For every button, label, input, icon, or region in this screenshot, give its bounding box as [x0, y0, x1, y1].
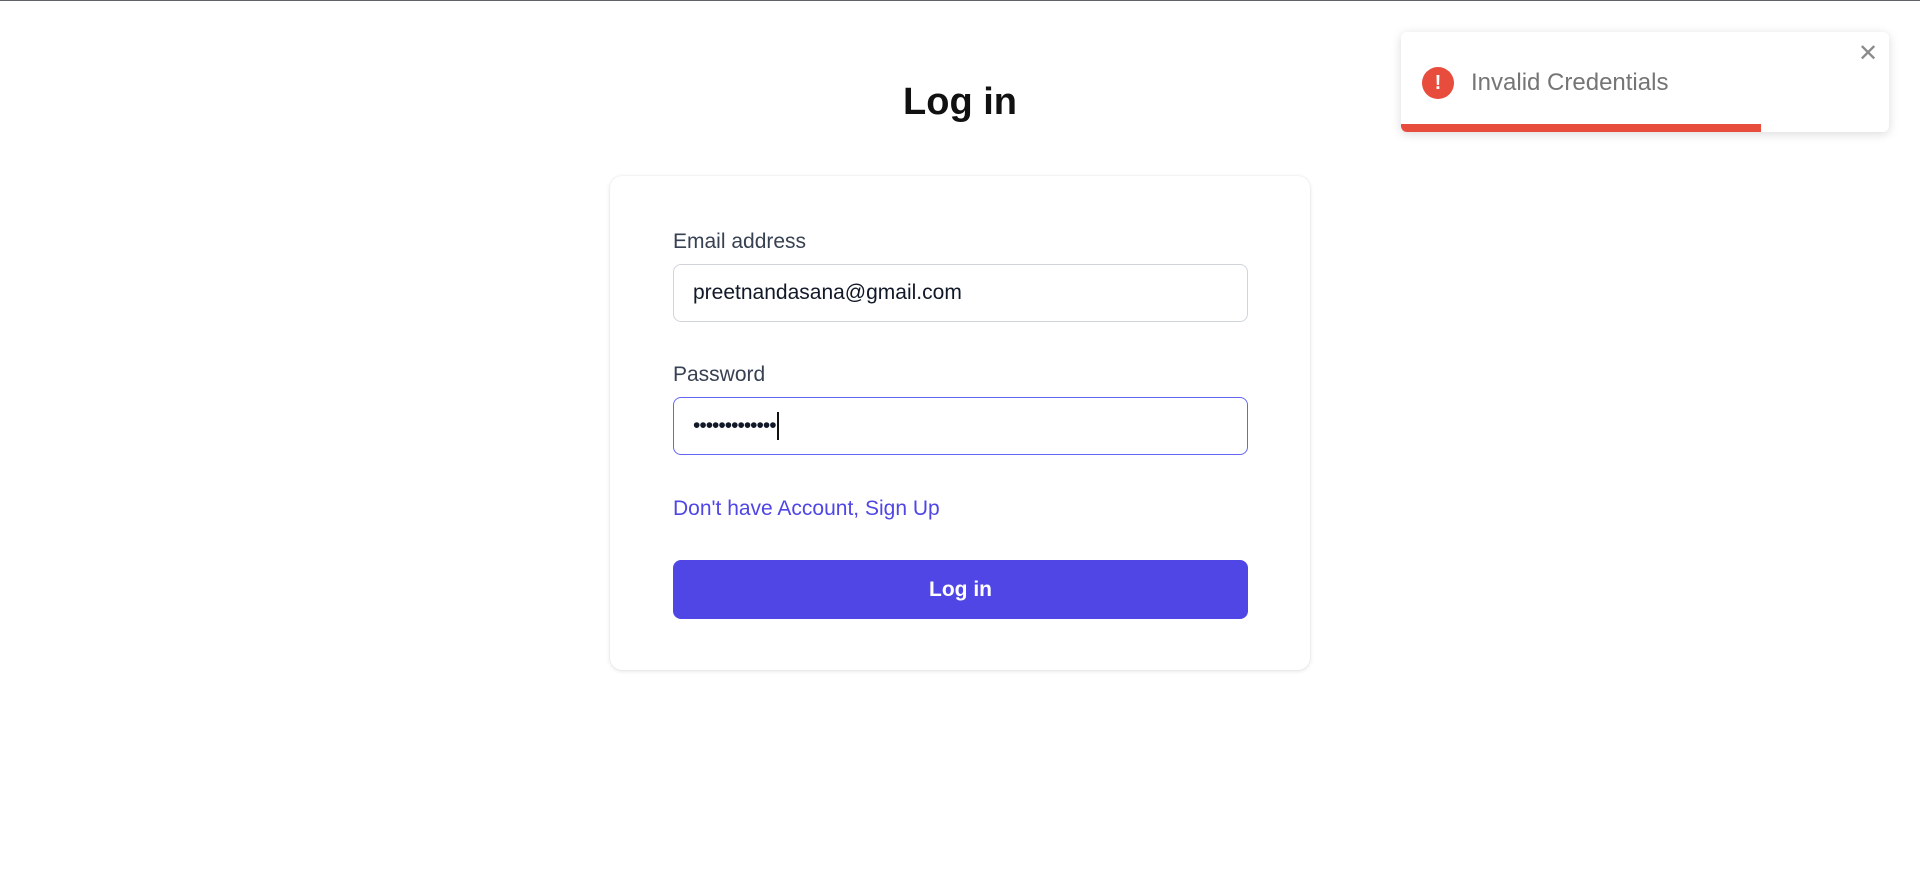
toast-message: Invalid Credentials: [1471, 69, 1669, 96]
browser-top-border: [0, 0, 1920, 1]
error-icon: !: [1422, 67, 1454, 99]
toast-progress-bar: [1401, 124, 1889, 132]
password-input[interactable]: •••••••••••••: [673, 397, 1248, 455]
password-mask: •••••••••••••: [693, 414, 777, 437]
login-card: Email address Password ••••••••••••• Don…: [610, 176, 1310, 670]
login-button[interactable]: Log in: [673, 560, 1248, 619]
signup-link[interactable]: Don't have Account, Sign Up: [673, 496, 940, 522]
email-input[interactable]: [673, 264, 1248, 322]
password-label: Password: [673, 363, 766, 386]
email-label: Email address: [673, 230, 807, 253]
error-toast: ! Invalid Credentials ✕: [1401, 32, 1889, 132]
text-caret: [776, 412, 779, 440]
toast-progress-fill: [1401, 124, 1761, 132]
close-icon[interactable]: ✕: [1856, 42, 1880, 66]
